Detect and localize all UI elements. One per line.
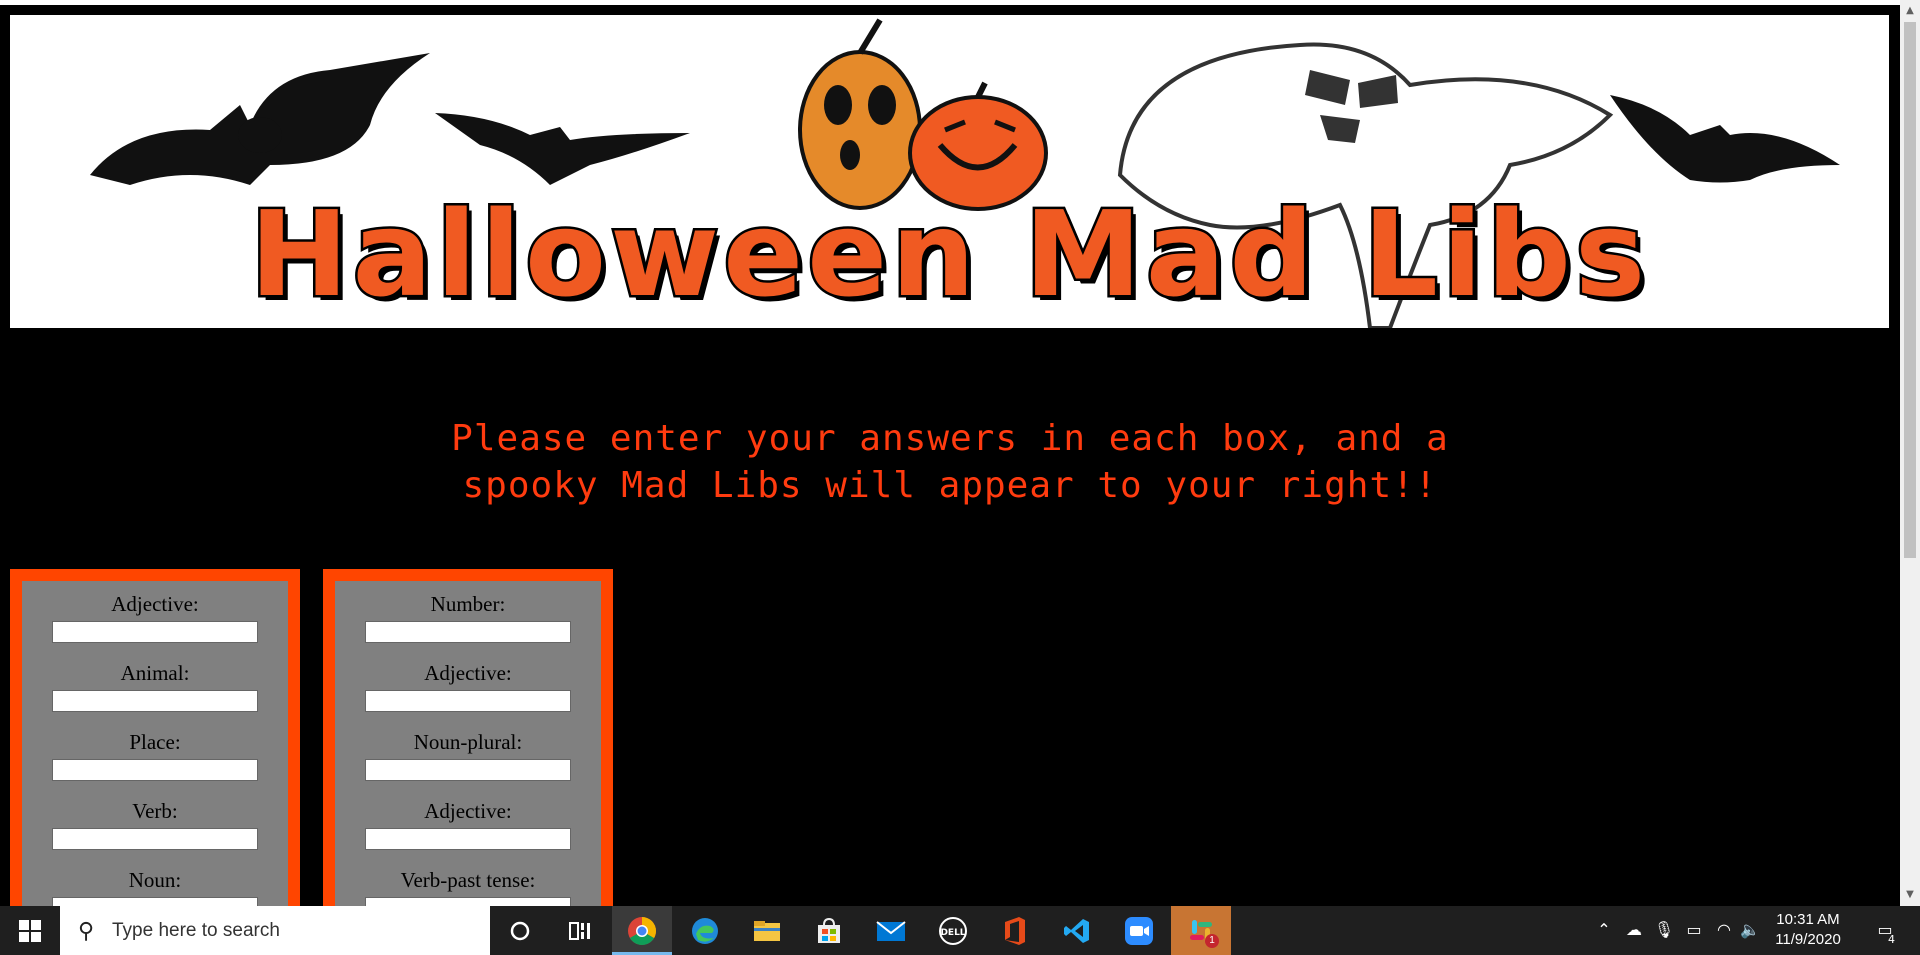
dell-taskbar-button[interactable]: DELL	[923, 906, 983, 955]
instructions-line: spooky Mad Libs will appear to your righ…	[462, 465, 1438, 506]
search-icon: ⚲	[77, 917, 95, 943]
scrollbar-thumb[interactable]	[1904, 22, 1916, 558]
edge-taskbar-button[interactable]	[675, 906, 735, 955]
adjective-3-input[interactable]	[365, 828, 571, 850]
adjective-input[interactable]	[52, 621, 258, 643]
windows-logo-icon	[19, 919, 41, 942]
verb-input[interactable]	[52, 828, 258, 850]
field-label: Adjective:	[424, 661, 512, 685]
cortana-icon	[510, 921, 530, 940]
field-label: Noun:	[128, 868, 182, 892]
form-panel-right: Number: Adjective: Noun-plural: Adjectiv…	[323, 569, 613, 906]
form-field: Adjective:	[22, 581, 288, 650]
animal-input[interactable]	[52, 690, 258, 712]
pumpkin-icon	[798, 18, 922, 210]
field-label: Verb-past tense:	[400, 868, 536, 892]
noun-plural-input[interactable]	[365, 759, 571, 781]
battery-icon[interactable]: ▭	[1682, 918, 1706, 942]
scroll-down-arrow-icon[interactable]: ▼	[1900, 886, 1920, 906]
clock-date: 11/9/2020	[1775, 931, 1841, 948]
form-field: Number:	[335, 581, 601, 650]
form-field: Adjective:	[335, 650, 601, 719]
windows-taskbar: ⚲ Type here to search DELL 1 ⌃ ☁ 🎙 ▭ ◠ 🔈…	[0, 906, 1920, 955]
form-field: Noun-plural:	[335, 719, 601, 788]
cortana-button[interactable]	[490, 906, 550, 955]
banner-title: Halloween Mad Libs	[247, 185, 1650, 323]
chrome-icon	[628, 916, 656, 945]
mail-icon	[876, 920, 906, 941]
task-view-icon	[569, 921, 590, 940]
form-field: Noun:	[22, 857, 288, 906]
zoom-taskbar-button[interactable]	[1109, 906, 1169, 955]
taskbar-clock[interactable]: 10:31 AM 11/9/2020	[1762, 910, 1854, 950]
field-label: Number:	[430, 592, 506, 616]
form-field: Adjective:	[335, 788, 601, 857]
dell-icon: DELL	[939, 916, 967, 945]
slack-badge: 1	[1205, 934, 1219, 948]
noun-input[interactable]	[52, 897, 258, 906]
field-label: Adjective:	[424, 799, 512, 823]
office-taskbar-button[interactable]	[985, 906, 1045, 955]
onedrive-icon[interactable]: ☁	[1622, 918, 1646, 942]
adjective-2-input[interactable]	[365, 690, 571, 712]
file-explorer-icon	[754, 920, 780, 941]
bat-icon	[435, 113, 690, 185]
field-label: Noun-plural:	[413, 730, 523, 754]
field-label: Place:	[129, 730, 181, 754]
vertical-scrollbar[interactable]: ▲ ▼	[1900, 0, 1920, 906]
form-field: Verb-past tense:	[335, 857, 601, 906]
form-panel-left: Adjective: Animal: Place: Verb: Noun:	[10, 569, 300, 906]
search-placeholder: Type here to search	[112, 919, 280, 941]
zoom-icon	[1125, 916, 1153, 945]
bat-icon	[1610, 95, 1840, 183]
halloween-banner: Halloween Mad Libs	[10, 15, 1889, 328]
task-view-button[interactable]	[550, 906, 610, 955]
number-input[interactable]	[365, 621, 571, 643]
office-icon	[1005, 916, 1025, 945]
field-label: Verb:	[132, 799, 178, 823]
instructions-text: Please enter your answers in each box, a…	[0, 415, 1900, 509]
form-field: Place:	[22, 719, 288, 788]
slack-taskbar-button[interactable]: 1	[1171, 906, 1231, 955]
chrome-taskbar-button[interactable]	[612, 906, 672, 955]
vscode-icon	[1064, 918, 1089, 943]
file-explorer-taskbar-button[interactable]	[737, 906, 797, 955]
field-label: Animal:	[120, 661, 190, 685]
dell-label: DELL	[940, 928, 965, 938]
page-top-border	[0, 0, 1900, 5]
notification-center-icon[interactable]: ▭ 4	[1870, 918, 1900, 946]
taskbar-search-box[interactable]: ⚲ Type here to search	[60, 906, 490, 955]
notification-count: 4	[1888, 933, 1895, 946]
start-button[interactable]	[0, 906, 60, 955]
microphone-icon[interactable]: 🎙	[1652, 918, 1676, 942]
store-icon	[818, 917, 840, 943]
edge-icon	[692, 917, 718, 944]
instructions-line: Please enter your answers in each box, a…	[451, 418, 1449, 459]
browser-viewport: Halloween Mad Libs Please enter your ans…	[0, 0, 1900, 906]
form-field: Verb:	[22, 788, 288, 857]
vscode-taskbar-button[interactable]	[1047, 906, 1107, 955]
wifi-icon[interactable]: ◠	[1712, 918, 1736, 942]
verb-past-tense-input[interactable]	[365, 897, 571, 906]
form-field: Animal:	[22, 650, 288, 719]
scroll-up-arrow-icon[interactable]: ▲	[1900, 0, 1920, 20]
clock-time: 10:31 AM	[1776, 911, 1840, 928]
field-label: Adjective:	[111, 592, 199, 616]
bat-icon	[90, 53, 430, 185]
volume-icon[interactable]: 🔈	[1738, 918, 1762, 942]
show-hidden-icons-icon[interactable]: ⌃	[1592, 918, 1616, 942]
store-taskbar-button[interactable]	[799, 906, 859, 955]
place-input[interactable]	[52, 759, 258, 781]
mail-taskbar-button[interactable]	[861, 906, 921, 955]
